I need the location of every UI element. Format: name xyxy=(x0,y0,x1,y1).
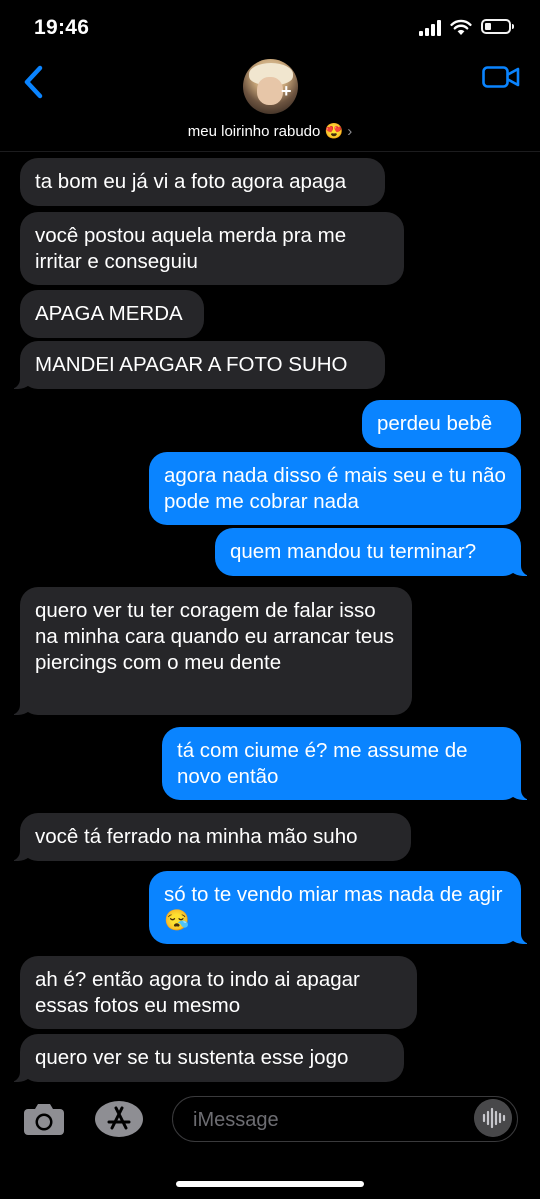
message-bubble-received[interactable]: quero ver se tu sustenta esse jogo xyxy=(10,1034,404,1082)
cellular-signal-icon xyxy=(419,20,443,36)
camera-icon[interactable] xyxy=(22,1101,66,1137)
message-bubble-received[interactable]: você tá ferrado na minha mão suho xyxy=(10,813,411,861)
wifi-icon xyxy=(450,19,472,35)
home-indicator[interactable] xyxy=(176,1181,364,1187)
contact-name: meu loirinho rabudo 😍 xyxy=(187,123,344,140)
message-bubble-sent[interactable]: tá com ciume é? me assume de novo então xyxy=(162,727,531,800)
battery-icon xyxy=(481,19,514,34)
chevron-left-icon[interactable] xyxy=(20,62,50,102)
app-store-icon[interactable] xyxy=(94,1100,144,1138)
avatar[interactable]: + xyxy=(243,59,298,114)
imessage-input[interactable] xyxy=(191,1106,465,1134)
conversation-header: + meu loirinho rabudo 😍 › xyxy=(0,56,540,152)
audio-waveform-icon[interactable] xyxy=(474,1099,512,1137)
message-bubble-received[interactable]: ta bom eu já vi a foto agora apaga xyxy=(20,158,385,206)
message-bubble-received[interactable]: quero ver tu ter coragem de falar isso n… xyxy=(10,587,412,715)
message-bubble-sent[interactable]: só to te vendo miar mas nada de agir 😪 xyxy=(149,871,531,944)
chevron-right-icon: › xyxy=(347,123,353,140)
message-bubble-received[interactable]: você postou aquela merda pra me irritar … xyxy=(20,212,404,285)
video-camera-icon[interactable] xyxy=(482,66,520,88)
message-bubble-received[interactable]: APAGA MERDA xyxy=(20,290,204,338)
message-bubble-received[interactable]: ah é? então agora to indo ai apagar essa… xyxy=(20,956,417,1029)
message-bubble-received[interactable]: MANDEI APAGAR A FOTO SUHO xyxy=(10,341,385,389)
message-bubble-sent[interactable]: perdeu bebê xyxy=(362,400,521,448)
message-input-bar xyxy=(0,1084,540,1154)
status-time: 19:46 xyxy=(34,16,90,39)
contact-name-button[interactable]: meu loirinho rabudo 😍 › xyxy=(0,122,540,140)
message-input-field[interactable] xyxy=(172,1096,518,1142)
message-bubble-sent[interactable]: quem mandou tu terminar? xyxy=(215,528,531,576)
message-bubble-sent[interactable]: agora nada disso é mais seu e tu não pod… xyxy=(149,452,521,525)
status-bar: 19:46 xyxy=(0,0,540,56)
